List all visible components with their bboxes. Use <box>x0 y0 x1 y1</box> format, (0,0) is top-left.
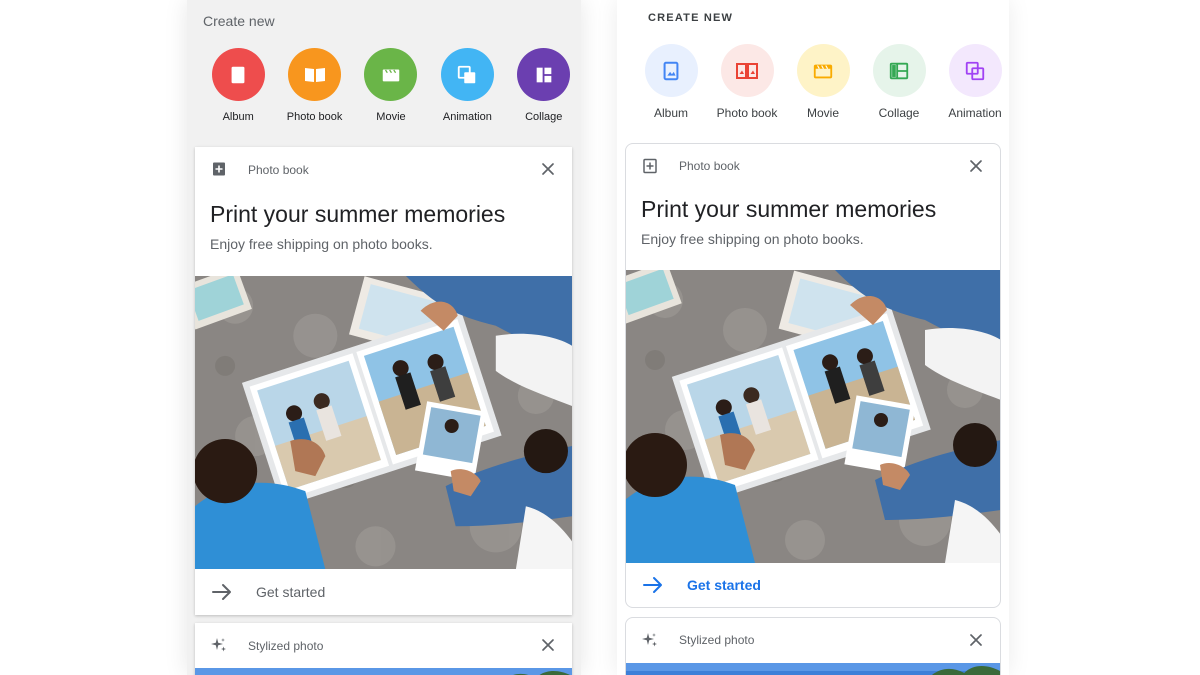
collage-icon <box>888 60 910 82</box>
create-photo-book-label: Photo book <box>716 106 778 120</box>
card-header: Stylized photo <box>626 618 1000 662</box>
stylized-photo-card: Stylized photo <box>195 623 572 675</box>
animation-icon <box>456 64 478 86</box>
card-type-label: Stylized photo <box>679 633 755 647</box>
sparkle-icon <box>642 632 658 648</box>
photo-book-small-icon <box>211 161 227 177</box>
stylized-photo-preview <box>626 663 1000 675</box>
album-circle <box>211 48 265 101</box>
get-started-button[interactable]: Get started <box>626 562 1000 607</box>
create-new-row: Album Photo book Movie Collage Animation <box>633 44 1009 120</box>
collage-icon <box>533 64 555 86</box>
card-header: Photo book <box>195 147 572 191</box>
create-photo-book-button[interactable]: Photo book <box>276 48 352 123</box>
photo-book-card: Photo book Print your summer memories En… <box>195 147 572 615</box>
card-header: Stylized photo <box>195 623 572 667</box>
create-movie-label: Movie <box>806 106 839 120</box>
create-collage-label: Collage <box>525 111 563 123</box>
movie-icon <box>380 64 402 86</box>
left-panel: Create new Album Photo book Movie Animat… <box>187 0 581 675</box>
create-album-button[interactable]: Album <box>200 48 276 123</box>
stylized-photo-card: Stylized photo <box>625 617 1001 675</box>
arrow-right-icon <box>212 583 232 601</box>
card-title: Print your summer memories <box>210 201 506 227</box>
create-photo-book-label: Photo book <box>286 111 343 123</box>
animation-icon <box>964 60 986 82</box>
sparkle-icon <box>211 637 227 653</box>
animation-circle <box>948 44 1002 97</box>
card-subtitle: Enjoy free shipping on photo books. <box>210 236 433 252</box>
create-album-label: Album <box>653 106 688 120</box>
movie-circle <box>796 44 850 97</box>
photo-book-image <box>626 270 1000 563</box>
create-new-title: Create new <box>203 13 275 29</box>
photo-book-circle <box>288 48 342 101</box>
create-movie-label: Movie <box>376 111 406 123</box>
create-movie-button[interactable]: Movie <box>353 48 429 123</box>
card-type-label: Photo book <box>248 163 309 177</box>
get-started-label: Get started <box>256 584 326 600</box>
album-circle <box>644 44 698 97</box>
create-animation-label: Animation <box>442 111 492 123</box>
create-collage-button[interactable]: Collage <box>506 48 581 123</box>
arrow-right-icon <box>643 576 663 594</box>
card-header: Photo book <box>626 144 1000 188</box>
collage-circle <box>517 48 571 101</box>
movie-circle <box>364 48 418 101</box>
collage-circle <box>872 44 926 97</box>
create-animation-label: Animation <box>948 106 1002 120</box>
photo-book-icon <box>303 63 327 87</box>
card-type-label: Photo book <box>679 159 740 173</box>
get-started-label: Get started <box>687 577 761 593</box>
close-icon[interactable] <box>969 633 983 647</box>
album-icon <box>660 60 682 82</box>
photo-book-image <box>195 276 572 569</box>
movie-icon <box>812 60 834 82</box>
photo-book-card: Photo book Print your summer memories En… <box>625 143 1001 608</box>
create-animation-button[interactable]: Animation <box>937 44 1009 120</box>
card-type-label: Stylized photo <box>248 639 324 653</box>
create-album-button[interactable]: Album <box>633 44 709 120</box>
card-subtitle: Enjoy free shipping on photo books. <box>641 231 864 247</box>
stylized-photo-preview <box>195 668 572 675</box>
photo-book-icon <box>735 59 759 83</box>
create-collage-label: Collage <box>878 106 920 120</box>
create-new-row: Album Photo book Movie Animation Collage <box>200 48 581 123</box>
close-icon[interactable] <box>969 159 983 173</box>
create-movie-button[interactable]: Movie <box>785 44 861 120</box>
create-new-title: CREATE NEW <box>648 12 734 24</box>
create-album-label: Album <box>222 111 254 123</box>
animation-circle <box>440 48 494 101</box>
create-photo-book-button[interactable]: Photo book <box>709 44 785 120</box>
create-collage-button[interactable]: Collage <box>861 44 937 120</box>
get-started-button[interactable]: Get started <box>195 569 572 615</box>
create-animation-button[interactable]: Animation <box>429 48 505 123</box>
photo-book-circle <box>720 44 774 97</box>
card-title: Print your summer memories <box>641 196 937 222</box>
right-panel: CREATE NEW Album Photo book Movie Collag… <box>617 0 1009 675</box>
stage: Create new Album Photo book Movie Animat… <box>0 0 1200 675</box>
album-icon <box>227 64 249 86</box>
close-icon[interactable] <box>541 162 555 176</box>
photo-book-small-icon <box>642 158 658 174</box>
close-icon[interactable] <box>541 638 555 652</box>
